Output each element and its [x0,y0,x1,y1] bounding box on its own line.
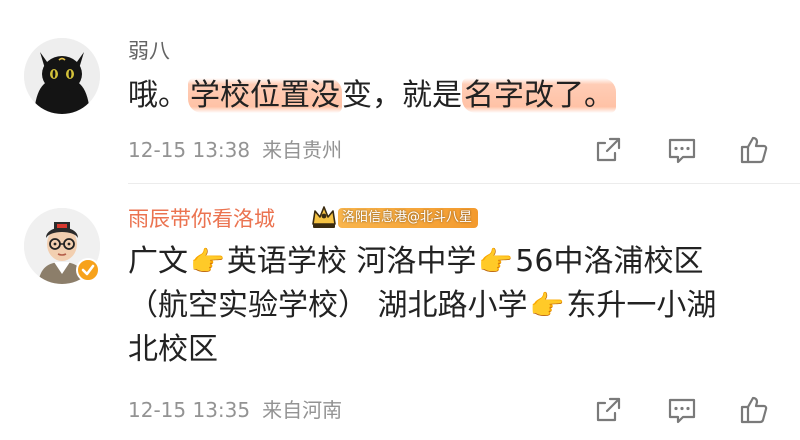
location: 来自河南 [262,398,343,422]
comment-item: 弱八 哦。学校位置没变，就是名字改了。 12-15 13:38 来自贵州 [0,0,800,184]
comment-text-line: 广文👉英语学校 河洛中学👉56中洛浦校区 [128,240,778,284]
location: 来自贵州 [262,138,343,162]
comment-text-prefix: 哦。 [128,78,188,113]
pointing-hand-icon: 👉 [478,245,514,278]
highlighted-text: 学校位置没 [188,78,342,113]
reply-icon [668,138,696,164]
comment-text-middle: 变，就是 [342,78,462,113]
comment-meta: 12-15 13:38 来自贵州 [128,138,342,162]
badge-label: 洛阳信息港@北斗八星 [338,208,479,228]
fan-badge[interactable] [310,202,338,230]
comment-text: 哦。学校位置没变，就是名字改了。 [128,74,778,118]
username[interactable]: 雨辰带你看洛城 [128,206,275,232]
like-icon [740,136,768,164]
reply-icon [668,398,696,424]
timestamp: 12-15 13:38 [128,138,251,162]
like-icon [740,396,768,424]
verified-badge [76,258,100,282]
like-button[interactable] [738,134,770,166]
share-button[interactable] [592,394,624,426]
comment-text-segment: 56中洛浦校区 [515,244,704,279]
share-icon [596,397,621,422]
verified-check-icon [81,264,95,276]
comment-text: 广文👉英语学校 河洛中学👉56中洛浦校区 （航空实验学校） 湖北路小学👉东升一小… [128,240,778,372]
comment-meta: 12-15 13:35 来自河南 [128,398,342,422]
highlighted-text: 名字改了。 [462,78,616,113]
share-icon [596,137,621,162]
comment-text-segment: （航空实验学校） 湖北路小学 [128,288,528,323]
comment-text-segment: 英语学校 河洛中学 [226,244,477,279]
avatar[interactable] [24,38,100,114]
comment-text-segment: 广文 [128,244,188,279]
comment-item: 雨辰带你看洛城 洛阳信息港@北斗八星 广文👉英语学校 河洛中学👉56中洛浦校区 … [0,184,800,440]
comment-text-segment: 东升一小湖 [566,288,717,323]
username[interactable]: 弱八 [128,38,170,64]
pointing-hand-icon: 👉 [529,289,565,322]
reply-button[interactable] [666,394,698,426]
comment-text-line: （航空实验学校） 湖北路小学👉东升一小湖 [128,284,778,328]
like-button[interactable] [738,394,770,426]
black-cat-avatar-icon [24,38,100,114]
comment-text-line: 北校区 [128,332,218,367]
pointing-hand-icon: 👉 [190,245,225,278]
share-button[interactable] [592,134,624,166]
reply-button[interactable] [666,134,698,166]
timestamp: 12-15 13:35 [128,398,251,422]
crown-icon [312,206,336,228]
